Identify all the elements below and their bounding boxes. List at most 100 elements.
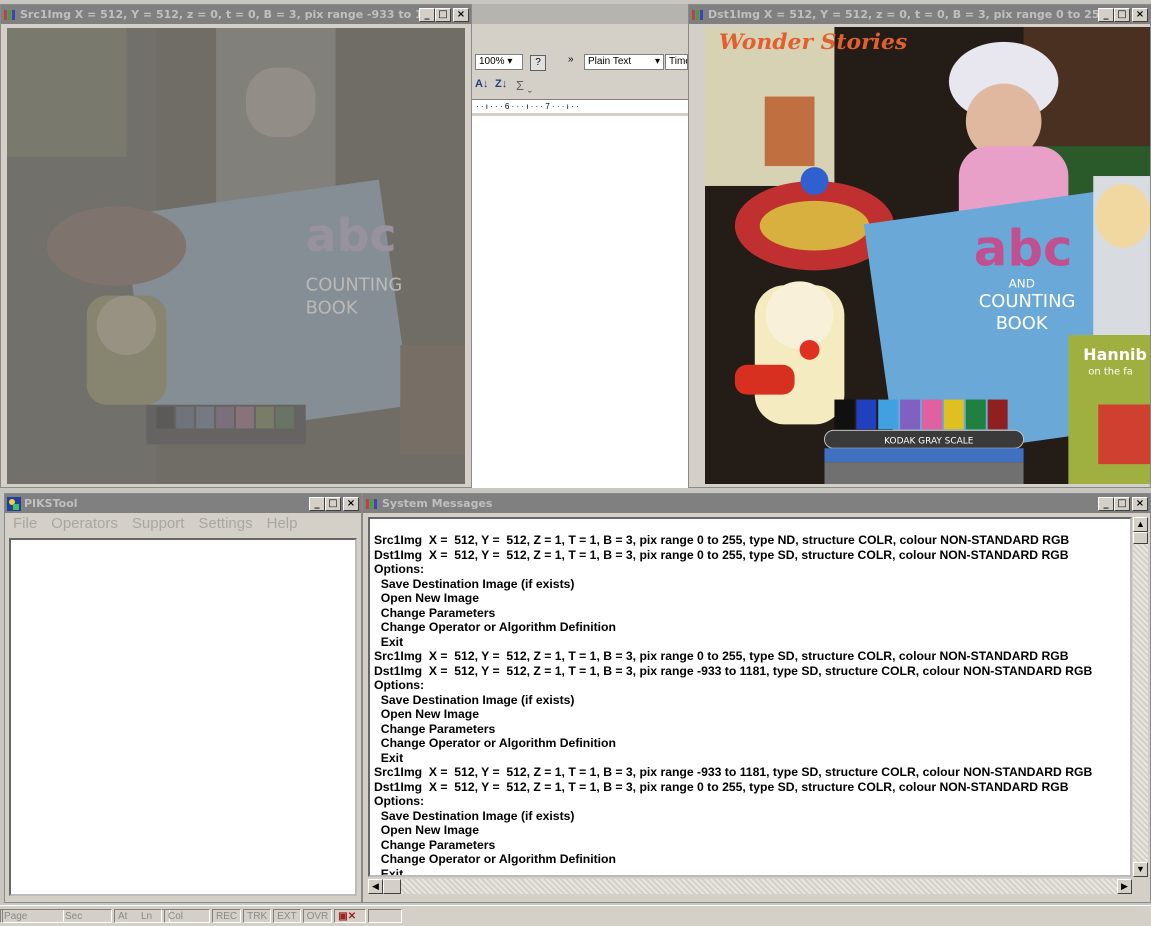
status-ln: Ln	[114, 909, 162, 923]
message-line: Change Operator or Algorithm Definition	[374, 736, 616, 750]
maximize-button[interactable]: □	[325, 496, 341, 511]
pikstool-title: PIKSTool	[24, 497, 78, 510]
dst-image-canvas[interactable]: Wonder Stories abc AND COUNTING BOOK Han…	[705, 27, 1150, 484]
word-toolbar-1: 100% ▾ ? » Plain Text ▾ Time	[472, 51, 688, 73]
word-app-background: 100% ▾ ? » Plain Text ▾ Time A↓ Z↓ Σ ˬ ·…	[472, 4, 688, 488]
scroll-right-button[interactable]: ▶	[1117, 879, 1132, 894]
close-button[interactable]: ×	[343, 496, 359, 511]
hscroll-thumb[interactable]	[383, 879, 401, 894]
status-bar: Page Sec At Ln Col REC TRK EXT OVR ▣✕	[0, 905, 1151, 926]
size-grip-icon[interactable]	[1133, 879, 1148, 894]
dst-counting-text: COUNTING	[979, 291, 1076, 312]
message-line: Change Operator or Algorithm Definition	[374, 620, 616, 634]
menu-operators[interactable]: Operators	[51, 515, 118, 532]
menu-support[interactable]: Support	[132, 515, 185, 532]
close-button[interactable]: ×	[1132, 7, 1148, 22]
pikstool-window[interactable]: PIKSTool _ □ × File Operators Support Se…	[4, 493, 362, 903]
pikstool-titlebar[interactable]: PIKSTool _ □ ×	[5, 494, 361, 513]
word-document-area[interactable]	[472, 116, 688, 488]
dst-window-title: Dst1Img X = 512, Y = 512, z = 0, t = 0, …	[708, 8, 1098, 21]
pikstool-menubar: File Operators Support Settings Help	[5, 513, 361, 534]
message-line: Exit	[374, 750, 404, 765]
maximize-button[interactable]: □	[435, 7, 451, 22]
zoom-dropdown[interactable]: 100% ▾	[475, 54, 523, 70]
message-line: Dst1Img X = 512, Y = 512, Z = 1, T = 1, …	[374, 663, 1093, 678]
sort-ascending-icon[interactable]: A↓	[475, 78, 488, 90]
spelling-status-icon[interactable]: ▣✕	[334, 909, 367, 923]
dst-and-text: AND	[1009, 276, 1035, 290]
status-col: Col	[164, 909, 210, 923]
minimize-button[interactable]: _	[309, 496, 325, 511]
message-line: Save Destination Image (if exists)	[374, 808, 575, 823]
message-line: Options:	[374, 794, 425, 808]
minimize-button[interactable]: _	[419, 7, 435, 22]
scroll-thumb[interactable]	[1133, 532, 1148, 544]
status-empty-cell	[368, 909, 403, 923]
status-sec: Sec	[2, 909, 112, 923]
message-line: Options:	[374, 562, 425, 576]
minimize-button[interactable]: _	[1098, 7, 1114, 22]
maximize-button[interactable]: □	[1114, 496, 1130, 511]
menu-file[interactable]: File	[13, 515, 37, 532]
status-ovr[interactable]: OVR	[302, 909, 333, 923]
dst-side-book-title: Hannib	[1083, 345, 1147, 364]
menu-settings[interactable]: Settings	[198, 515, 252, 532]
src-window-titlebar[interactable]: Src1Img X = 512, Y = 512, z = 0, t = 0, …	[1, 5, 471, 24]
font-dropdown[interactable]: Time	[665, 54, 688, 70]
status-ext[interactable]: EXT	[273, 909, 301, 923]
status-rec[interactable]: REC	[212, 909, 242, 923]
messages-text-area[interactable]: Src1Img X = 512, Y = 512, Z = 1, T = 1, …	[368, 517, 1132, 877]
scroll-up-button[interactable]: ▲	[1133, 517, 1148, 532]
word-ruler: · · ı · · · 6 · · · ı · · · 7 · · · ı · …	[472, 99, 688, 113]
toolbar-more-icon[interactable]: »	[568, 54, 574, 65]
menu-help[interactable]: Help	[267, 515, 298, 532]
status-trk[interactable]: TRK	[243, 909, 272, 923]
word-titlebar-strip	[472, 4, 688, 24]
image-window-icon	[366, 498, 377, 509]
message-line: Change Operator or Algorithm Definition	[374, 852, 616, 866]
minimize-button[interactable]: _	[1098, 496, 1114, 511]
messages-titlebar[interactable]: System Messages _ □ ×	[363, 494, 1150, 513]
dst-window-titlebar[interactable]: Dst1Img X = 512, Y = 512, z = 0, t = 0, …	[689, 5, 1150, 24]
style-value: Plain Text	[588, 56, 632, 67]
help-icon[interactable]: ?	[530, 55, 546, 71]
message-line: Dst1Img X = 512, Y = 512, Z = 1, T = 1, …	[374, 547, 1069, 562]
message-line: Open New Image	[374, 591, 479, 605]
vertical-scrollbar[interactable]: ▲ ▼	[1133, 517, 1148, 877]
src-image-canvas[interactable]: abc COUNTING BOOK	[7, 28, 465, 484]
image-window-icon	[692, 9, 703, 20]
zoom-value: 100%	[479, 56, 505, 67]
dst-scale-label: KODAK GRAY SCALE	[884, 436, 974, 446]
message-line: Change Parameters	[374, 837, 496, 852]
style-dropdown[interactable]: Plain Text ▾	[584, 54, 664, 70]
message-line: Src1Img X = 512, Y = 512, Z = 1, T = 1, …	[374, 765, 1093, 779]
message-line: Open New Image	[374, 707, 479, 721]
dst-book-title: Wonder Stories	[719, 29, 907, 55]
message-line: Exit	[374, 866, 404, 877]
horizontal-scrollbar[interactable]: ◀ ▶	[368, 879, 1132, 894]
autosum-icon[interactable]: Σ ˬ	[516, 78, 532, 93]
dst-book-text: BOOK	[996, 313, 1049, 334]
dst-side-book-sub: on the fa	[1088, 367, 1133, 378]
message-line: Exit	[374, 634, 404, 649]
pikstool-client-area[interactable]	[9, 538, 357, 896]
src-window-title: Src1Img X = 512, Y = 512, z = 0, t = 0, …	[20, 8, 419, 21]
maximize-button[interactable]: □	[1114, 7, 1130, 22]
message-line: Src1Img X = 512, Y = 512, Z = 1, T = 1, …	[374, 533, 1070, 547]
dst-abc-text: abc	[974, 219, 1073, 277]
ruler-ticks: · · ı · · · 6 · · · ı · · · 7 · · · ı · …	[476, 102, 579, 111]
message-line: Options:	[374, 678, 425, 692]
src-image-window[interactable]: Src1Img X = 512, Y = 512, z = 0, t = 0, …	[0, 4, 472, 488]
close-button[interactable]: ×	[1132, 496, 1148, 511]
scroll-down-button[interactable]: ▼	[1133, 862, 1148, 877]
messages-title: System Messages	[382, 497, 493, 510]
close-button[interactable]: ×	[453, 7, 469, 22]
system-messages-window[interactable]: System Messages _ □ × Src1Img X = 512, Y…	[362, 493, 1151, 903]
messages-list: Src1Img X = 512, Y = 512, Z = 1, T = 1, …	[370, 519, 1130, 877]
message-line: Change Parameters	[374, 605, 496, 620]
font-value: Time	[669, 56, 687, 67]
scroll-left-button[interactable]: ◀	[368, 879, 383, 894]
message-line: Dst1Img X = 512, Y = 512, Z = 1, T = 1, …	[374, 779, 1069, 794]
dst-image-window[interactable]: Dst1Img X = 512, Y = 512, z = 0, t = 0, …	[688, 4, 1151, 488]
sort-descending-icon[interactable]: Z↓	[495, 78, 507, 90]
